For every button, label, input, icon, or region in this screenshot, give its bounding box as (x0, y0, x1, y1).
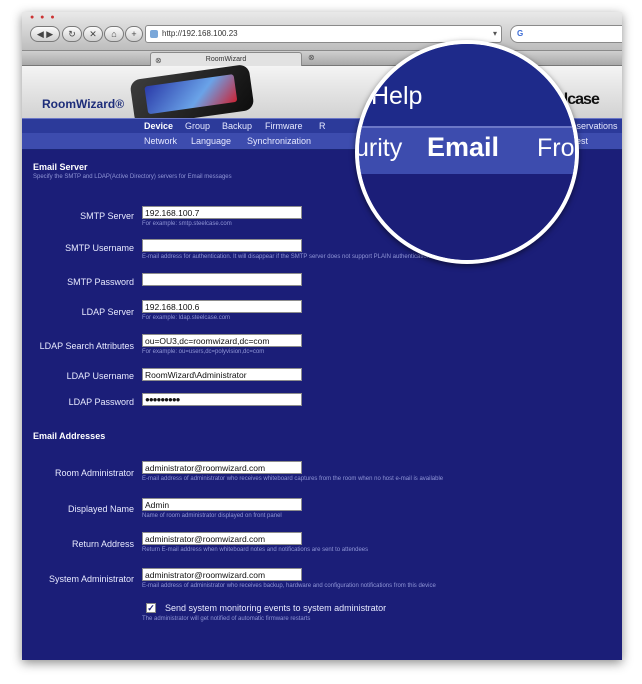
device-image (129, 63, 255, 127)
magnified-email: Email (427, 132, 500, 162)
monitoring-hint: The administrator will get notified of a… (142, 616, 311, 622)
ldap-search-attributes-label: LDAP Search Attributes (39, 341, 134, 351)
email-addresses-title: Email Addresses (33, 431, 106, 441)
magnified-security: urity (355, 134, 403, 162)
address-dropdown-icon[interactable]: ▾ (493, 26, 497, 42)
monitoring-checkbox[interactable]: ✓ (146, 603, 156, 613)
menu-truncated[interactable]: R (319, 121, 326, 131)
return-address-input[interactable]: administrator@roomwizard.com (142, 532, 302, 545)
return-address-label: Return Address (71, 539, 134, 549)
smtp-username-input[interactable] (142, 239, 302, 252)
menu-device[interactable]: Device (144, 121, 173, 131)
ldap-search-attributes-input[interactable]: ou=OU3,dc=roomwizard,dc=com (142, 334, 302, 347)
submenu-synchronization[interactable]: Synchronization (247, 136, 311, 146)
room-administrator-input[interactable]: administrator@roomwizard.com (142, 461, 302, 474)
site-favicon-icon (150, 29, 158, 38)
ldap-search-attributes-hint: For example: ou=users,dc=polyvision,dc=c… (142, 349, 265, 355)
search-engine-icon: G (517, 29, 524, 38)
ldap-username-input[interactable]: RoomWizard\Administrator (142, 368, 302, 381)
ldap-password-label: LDAP Password (68, 397, 134, 407)
system-administrator-input[interactable]: administrator@roomwizard.com (142, 568, 302, 581)
back-forward-buttons[interactable]: ◀ ▶ (30, 26, 60, 42)
room-administrator-label: Room Administrator (54, 468, 134, 478)
smtp-server-hint: For example: smtp.steelcase.com (142, 221, 232, 227)
ldap-server-label: LDAP Server (81, 307, 134, 317)
magnifier-callout: Help urity Email Fro (355, 40, 579, 264)
browser-window: ● ● ● ◀ ▶ ↻ ✕ ⌂ + http://192.168.100.23 … (22, 12, 622, 660)
ldap-server-hint: For example: ldap.steelcase.com (142, 315, 231, 321)
ldap-username-label: LDAP Username (66, 371, 134, 381)
menu-group[interactable]: Group (185, 121, 210, 131)
browser-tab[interactable]: ⊗ RoomWizard (150, 52, 302, 66)
home-icon[interactable]: ⌂ (104, 26, 124, 42)
ldap-password-input[interactable]: ●●●●●●●●● (142, 393, 302, 406)
room-administrator-hint: E-mail address of administrator who rece… (142, 476, 444, 482)
roomwizard-logo: RoomWizard® (42, 97, 125, 111)
stop-icon[interactable]: ✕ (83, 26, 103, 42)
reload-icon[interactable]: ↻ (62, 26, 82, 42)
displayed-name-hint: Name of room administrator displayed on … (142, 513, 282, 519)
displayed-name-label: Displayed Name (67, 504, 134, 514)
system-administrator-label: System Administrator (48, 574, 134, 584)
window-controls[interactable]: ● ● ● (30, 14, 57, 21)
email-server-title: Email Server (33, 162, 88, 172)
magnified-help: Help (371, 82, 423, 110)
displayed-name-input[interactable]: Admin (142, 498, 302, 511)
email-server-description: Specify the SMTP and LDAP(Active Directo… (33, 174, 232, 180)
smtp-password-input[interactable] (142, 273, 302, 286)
submenu-language[interactable]: Language (191, 136, 231, 146)
smtp-password-label: SMTP Password (67, 277, 134, 287)
system-administrator-hint: E-mail address of administrator who rece… (142, 583, 436, 589)
magnified-from: Fro (537, 134, 575, 162)
search-box[interactable]: G (510, 25, 622, 43)
add-bookmark-icon[interactable]: + (125, 26, 143, 42)
smtp-server-label: SMTP Server (80, 211, 134, 221)
new-tab-icon[interactable]: ⊗ (308, 53, 315, 62)
ldap-server-input[interactable]: 192.168.100.6 (142, 300, 302, 313)
submenu-network[interactable]: Network (144, 136, 177, 146)
menu-firmware[interactable]: Firmware (265, 121, 303, 131)
tab-title: RoomWizard (205, 56, 247, 63)
address-url: http://192.168.100.23 (162, 29, 238, 38)
menu-backup[interactable]: Backup (222, 121, 252, 131)
smtp-server-input[interactable]: 192.168.100.7 (142, 206, 302, 219)
smtp-username-label: SMTP Username (65, 243, 134, 253)
address-bar[interactable]: http://192.168.100.23 ▾ (145, 25, 502, 43)
monitoring-checkbox-label: Send system monitoring events to system … (165, 603, 387, 613)
return-address-hint: Return E-mail address when whiteboard no… (142, 547, 369, 553)
